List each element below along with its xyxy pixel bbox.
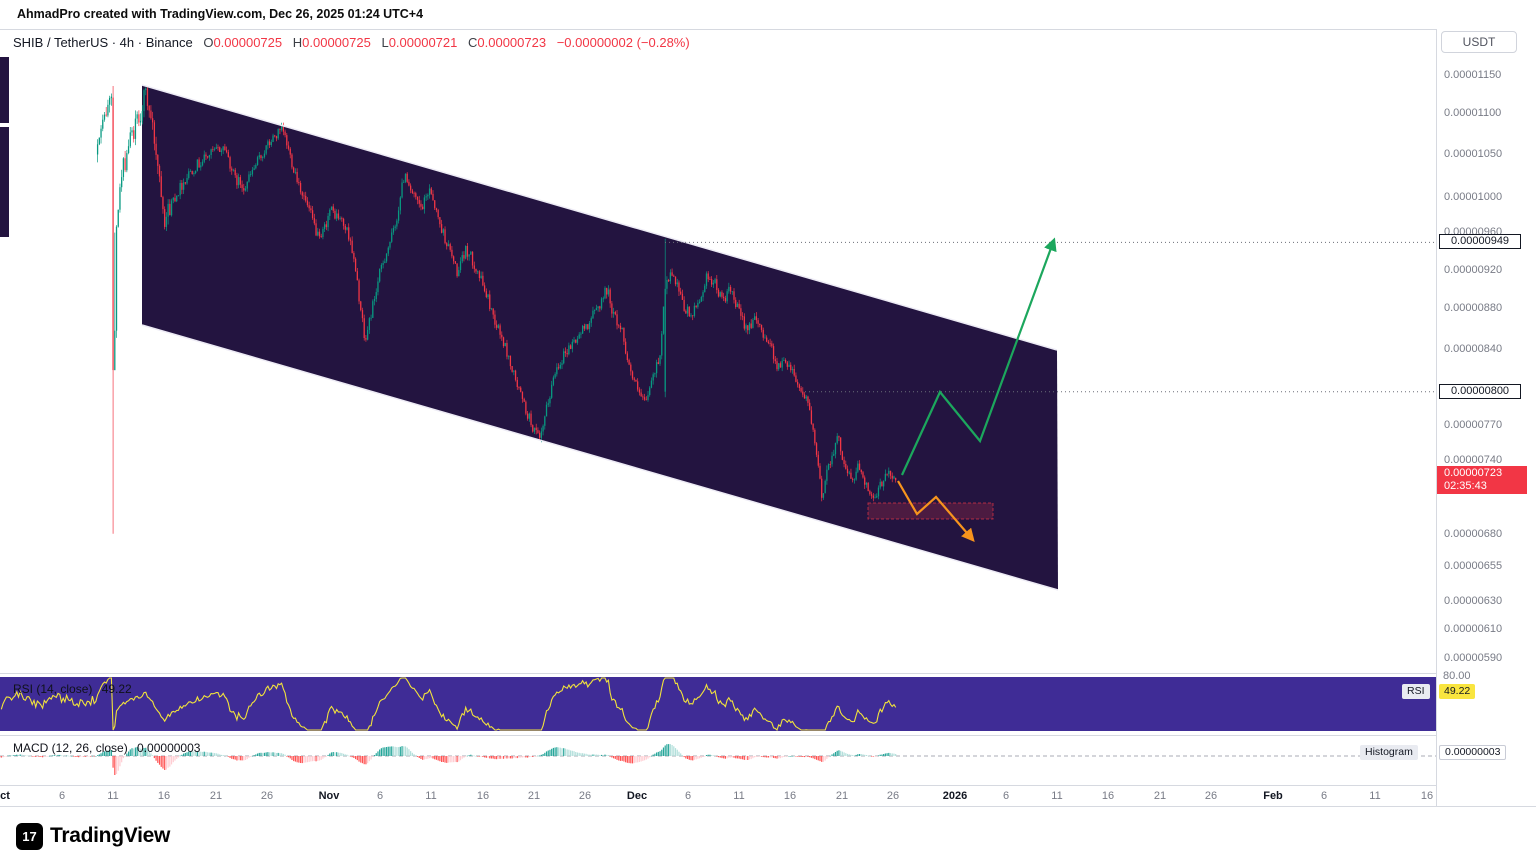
macd-value-badge: 0.00000003 [1439,745,1506,760]
time-axis-label: Dec [627,790,647,802]
time-axis-label: 16 [784,790,796,802]
pane-separator-rsi[interactable] [0,673,1536,674]
macd-legend: MACD (12, 26, close) 0.00000003 [13,741,200,755]
price-axis-label: 0.00000590 [1444,651,1502,665]
close-value: 0.00000723 [477,35,546,50]
price-axis-label: 0.00000655 [1444,559,1502,573]
time-axis[interactable]: ct 6 11 16 21 26 Nov 6 11 16 21 26 Dec 6 11 16 21 26 2026 6… [0,786,1436,806]
time-axis-label: 26 [887,790,899,802]
time-axis-label: 26 [261,790,273,802]
price-axis-label: 0.00000610 [1444,622,1502,636]
symbol-title[interactable]: SHIB / TetherUS · 4h · Binance [13,35,193,50]
price-axis-label: 0.00001000 [1444,190,1502,204]
time-axis-label: 16 [1102,790,1114,802]
time-axis-label: 16 [158,790,170,802]
rsi-scale-badge: RSI [1402,684,1430,699]
tradingview-chart-window: AhmadPro created with TradingView.com, D… [0,0,1536,865]
rsi-value-badge: 49.22 [1439,684,1475,699]
macd-scale-badge: Histogram [1360,745,1418,760]
price-level-label: 0.00000800 [1439,384,1521,399]
tradingview-wordmark: TradingView [50,824,170,848]
rsi-value: 49.22 [102,682,132,696]
price-axis-label: 0.00000740 [1444,453,1502,467]
time-axis-label: 21 [210,790,222,802]
pane-separator-macd[interactable] [0,735,1536,736]
time-axis-label: Nov [319,790,340,802]
price-axis-label: 0.00000840 [1444,342,1502,356]
price-axis-label: 0.00001150 [1444,68,1501,82]
time-axis-label: 16 [477,790,489,802]
current-price-label: 0.0000072302:35:43 [1437,466,1527,494]
price-axis-label: 0.00001050 [1444,147,1502,161]
time-axis-label: 26 [1205,790,1217,802]
time-axis-label: ct [0,790,10,802]
tradingview-logo-icon: 17 [16,823,43,850]
price-level-label: 0.00000949 [1439,234,1521,249]
open-label: O [203,35,213,50]
price-axis-label: 0.00000630 [1444,594,1502,608]
price-axis-label: 0.00000680 [1444,527,1502,541]
rsi-legend: RSI (14, close) 49.22 [13,682,132,696]
price-axis-label: 0.00000920 [1444,263,1502,277]
time-axis-label: 16 [1421,790,1433,802]
time-axis-label: 2026 [943,790,967,802]
currency-toggle-button[interactable]: USDT [1441,31,1517,53]
open-value: 0.00000725 [213,35,282,50]
chart-top-border [0,29,1536,30]
symbol-legend: SHIB / TetherUS · 4h · Binance O0.000007… [13,35,690,50]
high-value: 0.00000725 [302,35,371,50]
price-axis-label: 0.00000770 [1444,418,1502,432]
time-axis-label: 6 [59,790,65,802]
time-axis-label: 11 [1051,790,1062,802]
time-axis-label: 21 [1154,790,1166,802]
close-label: C [468,35,477,50]
rsi-upper-level-label: 80.00 [1443,670,1471,682]
time-axis-label: 11 [1369,790,1380,802]
low-value: 0.00000721 [389,35,458,50]
rsi-title[interactable]: RSI (14, close) [13,682,92,696]
macd-title[interactable]: MACD (12, 26, close) [13,741,128,755]
low-label: L [381,35,388,50]
time-axis-label: 21 [528,790,540,802]
time-axis-label: Feb [1263,790,1283,802]
price-axis-label: 0.00001100 [1444,106,1501,120]
time-axis-label: 6 [1003,790,1009,802]
time-axis-label: 11 [425,790,436,802]
time-axis-label: 6 [685,790,691,802]
left-edge-artifact [0,127,9,237]
footer: 17 TradingView [0,807,1536,865]
time-axis-label: 6 [1321,790,1327,802]
support-zone[interactable] [868,503,993,519]
macd-value: 0.00000003 [137,741,200,755]
rsi-band [0,677,1436,731]
high-label: H [293,35,302,50]
pane-separator-bottom [0,785,1536,786]
tradingview-logo[interactable]: 17 TradingView [16,823,170,850]
time-axis-label: 21 [836,790,848,802]
price-axis-label: 0.00000880 [1444,301,1502,315]
left-edge-artifact [0,57,9,123]
time-axis-label: 11 [733,790,744,802]
time-axis-label: 11 [107,790,118,802]
time-axis-label: 26 [579,790,591,802]
time-axis-label: 6 [377,790,383,802]
change-value: −0.00000002 (−0.28%) [557,35,690,50]
chart-canvas[interactable] [0,0,1436,806]
